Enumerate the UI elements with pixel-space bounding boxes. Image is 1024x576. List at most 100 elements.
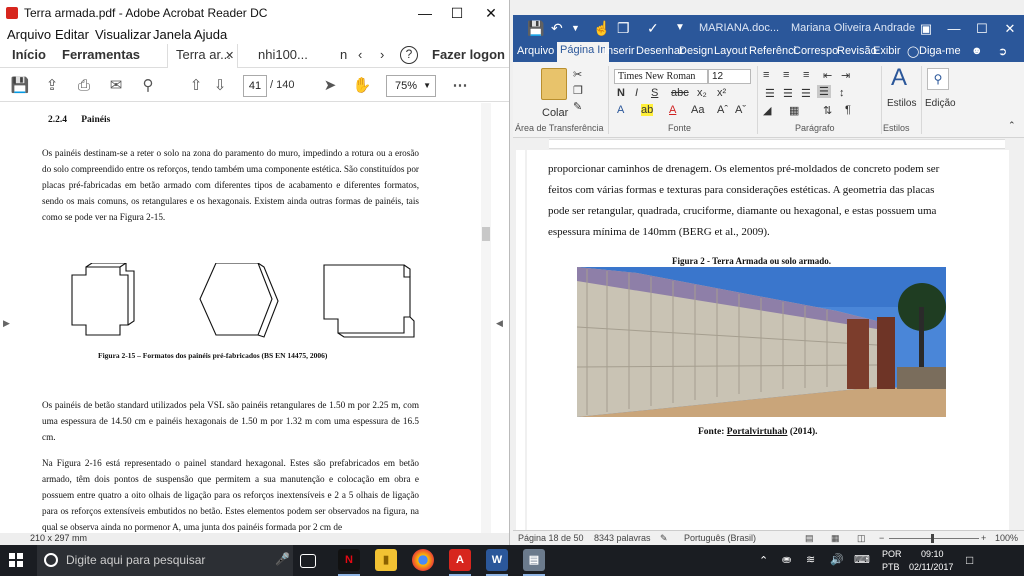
windows-start-icon[interactable] [9, 553, 23, 567]
text-effects-icon[interactable]: A [617, 104, 624, 116]
minimize-button[interactable]: — [408, 0, 442, 26]
pdf-vertical-scrollbar[interactable] [481, 103, 491, 533]
tab-third-doc[interactable]: n [340, 47, 347, 62]
line-spacing-icon[interactable]: ↕ [839, 87, 845, 99]
select-cursor-icon[interactable]: ➤ [320, 76, 340, 96]
search-icon[interactable]: ⚲ [138, 76, 158, 96]
chevron-down-icon[interactable]: ▼ [571, 23, 580, 33]
strikethrough-icon[interactable]: abc [671, 87, 689, 99]
menu-editar[interactable]: Editar [55, 27, 89, 42]
zoom-slider-thumb[interactable] [931, 534, 934, 543]
word-count[interactable]: 8343 palavras [594, 533, 651, 543]
zoom-in-icon[interactable]: + [981, 533, 986, 543]
show-marks-icon[interactable]: ¶ [845, 104, 851, 116]
app-taskbar-icon[interactable]: ▤ [523, 549, 545, 571]
proofing-icon[interactable]: ✎ [660, 533, 668, 544]
bullets-icon[interactable]: ≡ [763, 69, 769, 81]
copy-icon[interactable]: ❐ [573, 84, 583, 97]
word-page[interactable]: proporcionar caminhos de drenagem. Os el… [527, 150, 1009, 530]
page-number-input[interactable]: 41 [243, 75, 267, 97]
microphone-icon[interactable]: 🎤 [275, 552, 290, 566]
font-name-select[interactable]: Times New Roman [614, 69, 708, 84]
save-icon[interactable]: 💾 [10, 76, 30, 96]
tab-revisao[interactable]: Revisão [837, 45, 877, 57]
language-status[interactable]: Português (Brasil) [684, 533, 756, 543]
user-icon[interactable]: ☻ [971, 45, 983, 57]
ribbon-options-icon[interactable]: ▣ [913, 18, 939, 40]
print-layout-icon[interactable]: ▦ [831, 533, 840, 544]
wifi-icon[interactable]: ≋ [806, 553, 815, 566]
document-vertical-scrollbar[interactable] [1009, 150, 1024, 530]
tell-me-search[interactable]: Diga-me [919, 45, 961, 57]
copy-format-icon[interactable]: ❐ [617, 20, 630, 37]
italic-icon[interactable]: I [635, 87, 638, 99]
tab-nhi100[interactable]: nhi100... [258, 47, 308, 62]
action-center-icon[interactable]: □ [966, 553, 973, 567]
close-button[interactable]: ✕ [474, 0, 508, 26]
file-explorer-icon[interactable]: ▮ [375, 549, 397, 571]
tab-exibir[interactable]: Exibir [873, 45, 901, 57]
menu-arquivo[interactable]: Arquivo [7, 27, 51, 42]
print-icon[interactable]: ⎙ [74, 76, 94, 96]
format-painter-icon[interactable]: ✎ [573, 100, 582, 113]
align-center-icon[interactable]: ☰ [783, 87, 793, 100]
word-taskbar-icon[interactable]: W [486, 549, 508, 571]
shading-icon[interactable]: ◢ [763, 104, 771, 117]
acrobat-reader-taskbar-icon[interactable]: A [449, 549, 471, 571]
cut-icon[interactable]: ✂ [573, 68, 582, 81]
keyboard-icon[interactable]: ⌨ [854, 553, 870, 566]
subscript-icon[interactable]: x₂ [697, 87, 707, 99]
font-color-icon[interactable]: A [669, 104, 676, 116]
task-view-icon[interactable] [300, 554, 316, 568]
tab-desenhar[interactable]: Desenhar [636, 45, 684, 57]
borders-icon[interactable]: ▦ [789, 104, 799, 117]
more-options-icon[interactable]: ⋯ [450, 76, 470, 96]
share-icon[interactable]: ➲ [998, 45, 1007, 58]
minimize-button[interactable]: — [941, 18, 967, 40]
page-up-icon[interactable]: ⇧ [186, 76, 206, 96]
underline-icon[interactable]: S [651, 87, 658, 99]
help-icon[interactable]: ? [400, 46, 418, 64]
highlight-icon[interactable]: ab [641, 104, 654, 116]
maximize-button[interactable]: ☐ [440, 0, 474, 26]
tab-inicio[interactable]: Início [12, 47, 46, 62]
tab-scroll-right-icon[interactable]: › [380, 47, 384, 62]
menu-visualizar[interactable]: Visualizar [95, 27, 151, 42]
pdf-scroll-thumb[interactable] [482, 227, 490, 241]
chrome-icon[interactable] [412, 549, 434, 571]
menu-janela[interactable]: Janela [153, 27, 191, 42]
grow-font-icon[interactable]: Aˆ [717, 104, 728, 116]
people-icon[interactable]: ⛂ [782, 553, 791, 566]
keyboard-layout[interactable]: PTB [882, 562, 900, 572]
volume-icon[interactable]: 🔊 [830, 553, 844, 566]
touch-mode-icon[interactable]: ☝ [593, 20, 610, 37]
editing-button[interactable]: Edição [925, 98, 956, 109]
tab-referencias[interactable]: Referênci [749, 45, 796, 57]
collapse-ribbon-icon[interactable]: ⌃ [1008, 120, 1016, 131]
zoom-out-icon[interactable]: − [879, 533, 884, 543]
shrink-font-icon[interactable]: Aˇ [735, 104, 746, 116]
tab-arquivo[interactable]: Arquivo [517, 45, 554, 57]
clipboard-icon[interactable] [541, 68, 567, 100]
taskbar-search-box[interactable]: Digite aqui para pesquisar 🎤 [37, 545, 293, 576]
read-mode-icon[interactable]: ▤ [805, 533, 814, 544]
page-down-icon[interactable]: ⇩ [210, 76, 230, 96]
netflix-app-icon[interactable]: N [338, 549, 360, 571]
clock-time[interactable]: 09:10 [921, 549, 944, 559]
tab-inserir[interactable]: Inserir [604, 45, 635, 57]
close-button[interactable]: ✕ [997, 18, 1023, 40]
tab-layout[interactable]: Layout [714, 45, 747, 57]
spelling-icon[interactable]: ✓ [647, 20, 659, 37]
clock-date[interactable]: 02/11/2017 [909, 562, 953, 572]
upload-icon[interactable]: ⇪ [42, 76, 62, 96]
align-left-icon[interactable]: ☰ [765, 87, 775, 100]
zoom-level[interactable]: 100% [995, 533, 1018, 543]
font-size-select[interactable]: 12 [708, 69, 751, 84]
multilevel-list-icon[interactable]: ≡ [803, 69, 809, 81]
styles-icon[interactable]: A [891, 64, 907, 92]
align-right-icon[interactable]: ☰ [801, 87, 811, 100]
customize-toolbar-icon[interactable]: ▼ [675, 22, 685, 33]
left-panel-toggle-icon[interactable]: ▶ [3, 318, 10, 329]
undo-icon[interactable]: ↶ [551, 20, 563, 37]
email-icon[interactable]: ✉ [106, 76, 126, 96]
